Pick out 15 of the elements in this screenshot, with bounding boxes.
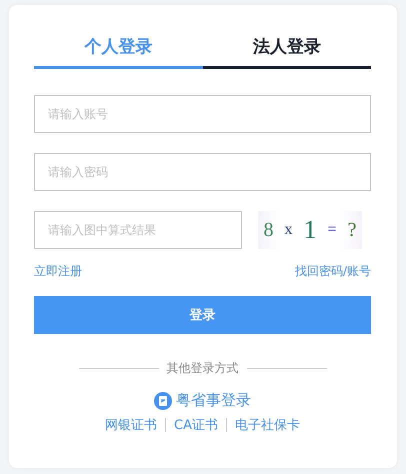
recover-link[interactable]: 找回密码/账号 — [294, 263, 371, 280]
login-option-link[interactable]: 网银证书 — [105, 416, 157, 434]
yss-login-link[interactable]: 粤省事登录 — [176, 391, 251, 410]
captcha-field[interactable]: 请输入图中算式结果 — [34, 211, 242, 249]
login-button[interactable]: 登录 — [34, 296, 371, 334]
login-tab[interactable]: 法人登录 — [202, 35, 371, 69]
register-link[interactable]: 立即注册 — [34, 263, 82, 280]
account-field[interactable]: 请输入账号 — [34, 95, 371, 133]
app-icon — [154, 392, 172, 410]
login-option-link[interactable]: 电子社保卡 — [234, 416, 300, 434]
other-methods-label: 其他登录方式 — [166, 360, 238, 377]
login-tab[interactable]: 个人登录 — [34, 35, 202, 69]
captcha-image[interactable]: 8 x 1 = ? — [258, 211, 362, 249]
login-option-link[interactable]: CA证书 — [174, 416, 218, 434]
password-field[interactable]: 请输入密码 — [34, 153, 371, 191]
